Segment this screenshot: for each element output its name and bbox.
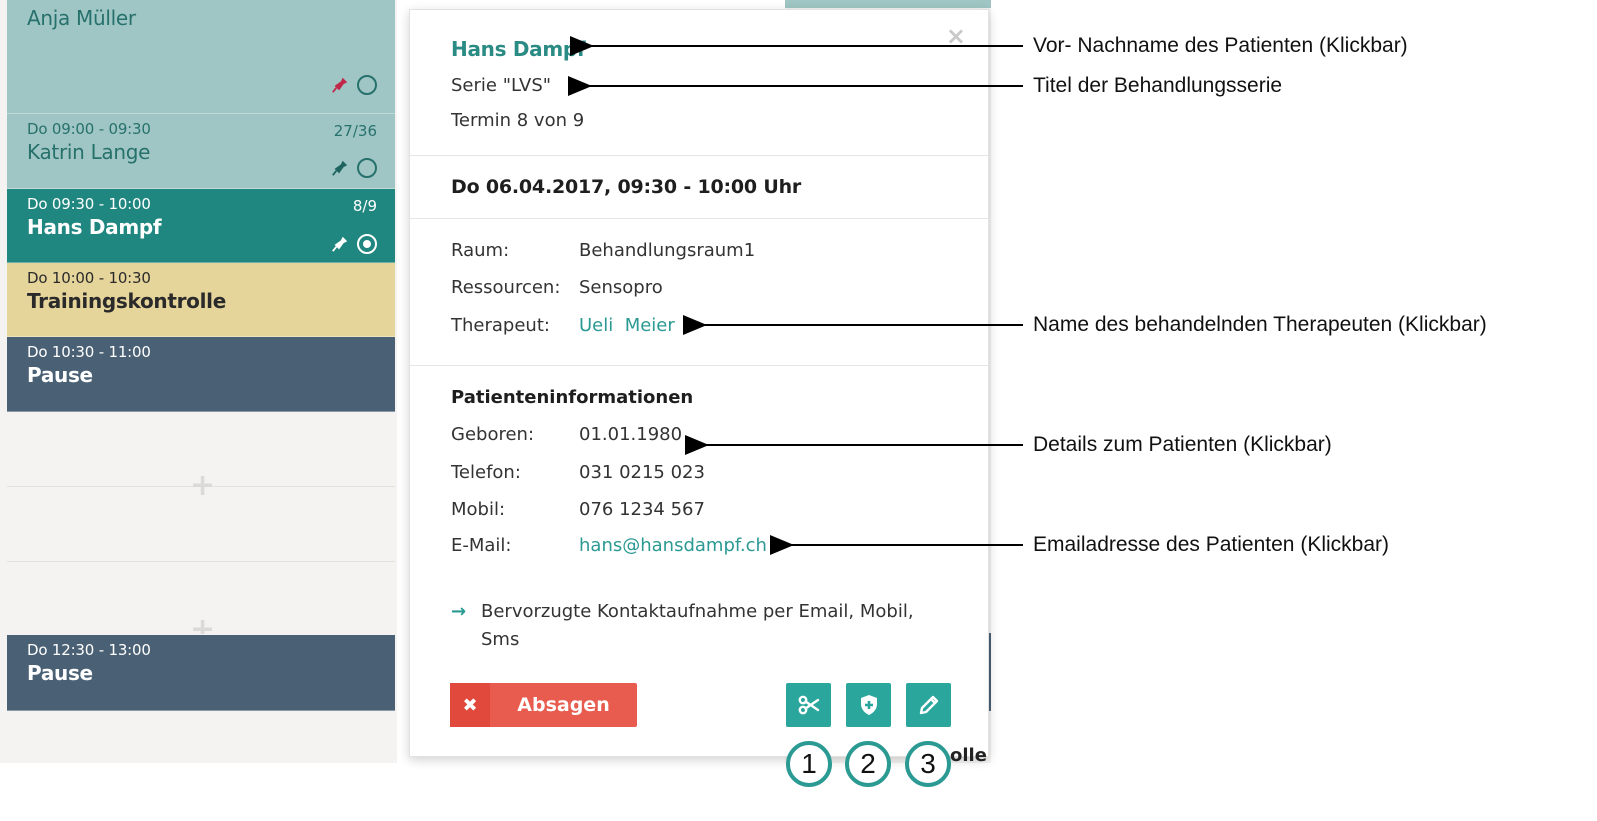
- annotation-arrows: [568, 36, 1023, 555]
- annotation-email: Emailadresse des Patienten (Klickbar): [1033, 533, 1389, 556]
- annotation-therapist: Name des behandelnden Therapeuten (Klick…: [1033, 313, 1487, 336]
- annotation-patient-details: Details zum Patienten (Klickbar): [1033, 433, 1332, 456]
- annotation-series-title: Titel der Behandlungsserie: [1033, 74, 1283, 97]
- annotation-patient-name: Vor- Nachname des Patienten (Klickbar): [1033, 34, 1408, 57]
